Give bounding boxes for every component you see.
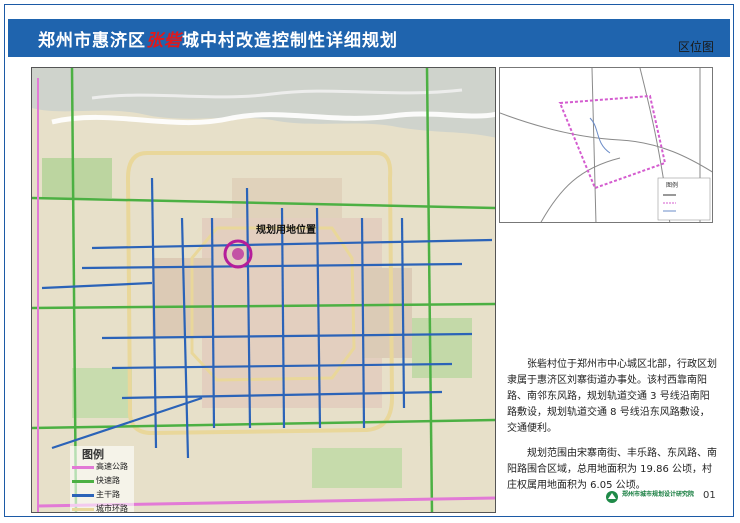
page-title: 郑州市惠济区张砦城中村改造控制性详细规划 <box>38 26 398 51</box>
title-prefix: 郑州市惠济区 <box>38 31 146 51</box>
fast-road-swatch <box>72 480 94 483</box>
org-name: 郑州市城市规划设计研究院 <box>622 491 695 498</box>
expressway-swatch <box>72 466 94 469</box>
ring-road-swatch <box>72 508 94 511</box>
org-logo: 郑州市城市规划设计研究院 <box>605 487 697 507</box>
page-subtitle: 区位图 <box>678 40 715 54</box>
map-legend: 图例 高速公路 快速路 主干路 城市环路 <box>70 446 134 513</box>
page-number: 01 <box>703 490 716 501</box>
legend-title: 图例 <box>82 448 104 461</box>
legend-label: 主干路 <box>96 490 120 499</box>
description-paragraph-1: 张砦村位于郑州市中心城区北部，行政区划隶属于惠济区刘寨街道办事处。该村西靠南阳路… <box>507 359 717 434</box>
legend-label: 城市环路 <box>96 504 128 513</box>
inset-map: 图例 <box>499 67 713 223</box>
legend-label: 快速路 <box>96 476 120 485</box>
inset-map-drawing <box>500 68 712 222</box>
arterial-swatch <box>72 494 94 497</box>
title-suffix: 城中村改造控制性详细规划 <box>182 31 398 51</box>
description: 张砦村位于郑州市中心城区北部，行政区划隶属于惠济区刘寨街道办事处。该村西靠南阳路… <box>507 357 717 503</box>
inset-legend-title: 图例 <box>666 182 679 189</box>
legend-label: 高速公路 <box>96 462 128 471</box>
site-location-label: 规划用地位置 <box>256 225 316 236</box>
title-highlight: 张砦 <box>146 31 182 51</box>
org-logo-icon <box>606 491 618 503</box>
title-bar: 郑州市惠济区张砦城中村改造控制性详细规划 <box>8 19 730 57</box>
main-map: 图例 高速公路 快速路 主干路 城市环路 <box>31 67 496 513</box>
